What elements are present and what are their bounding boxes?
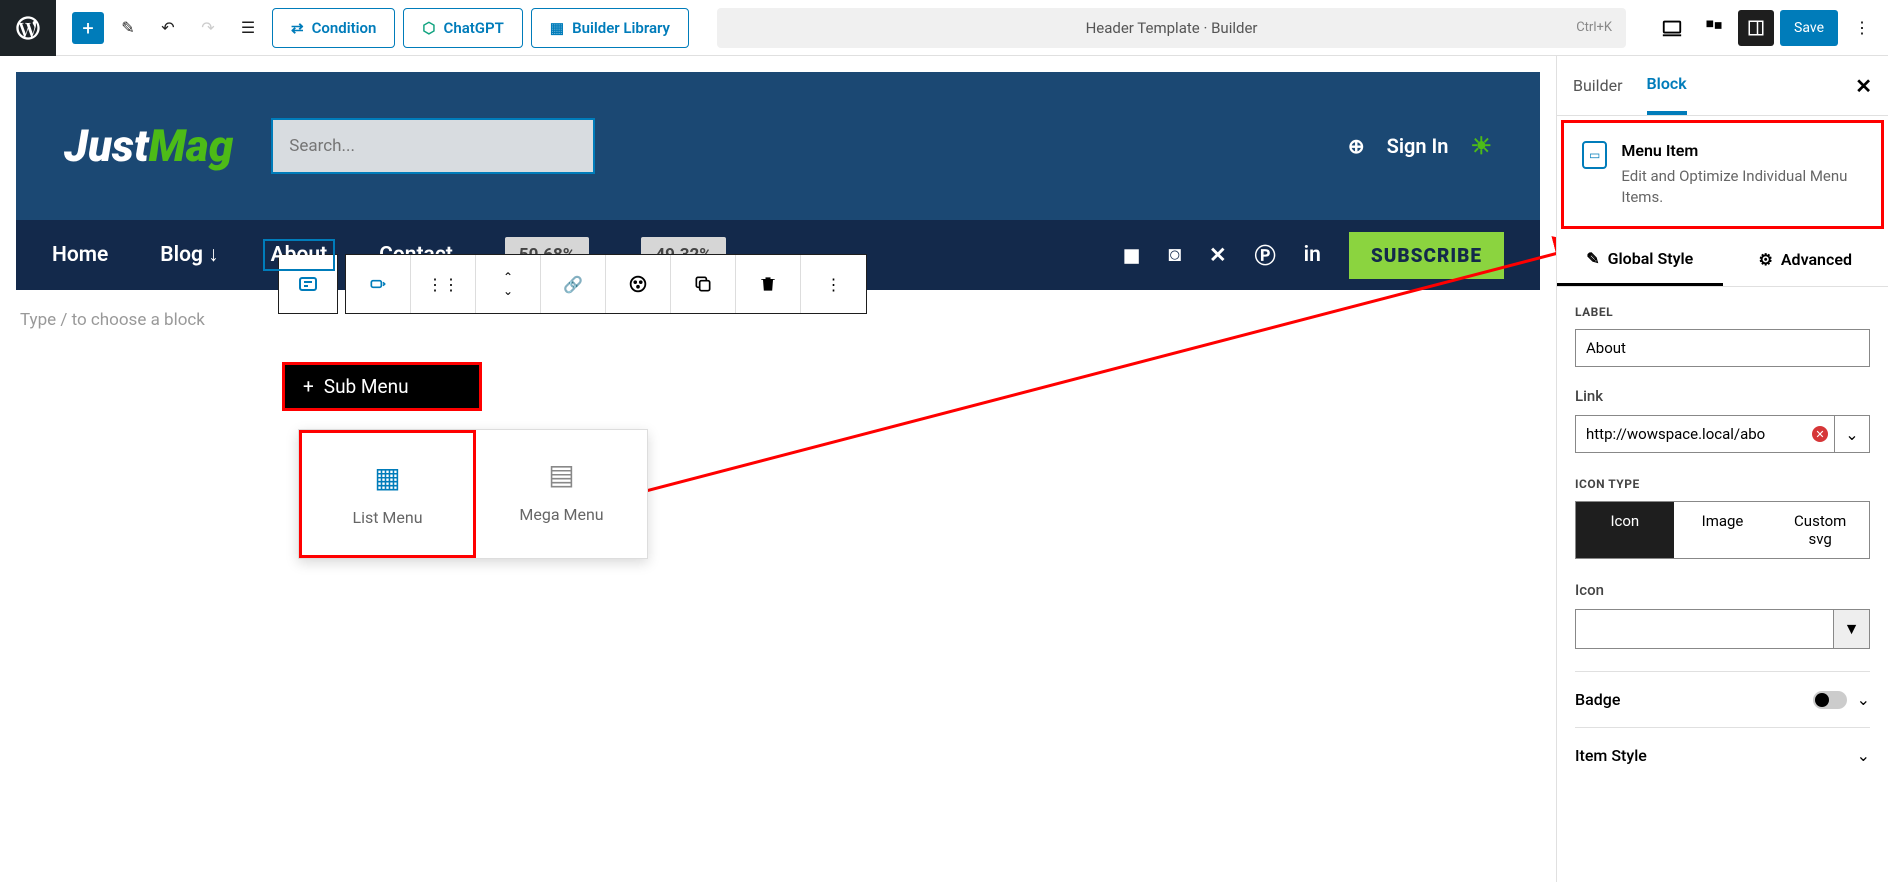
link-heading: Link xyxy=(1575,387,1870,405)
facebook-icon[interactable]: ◼ xyxy=(1123,243,1140,268)
redo-icon[interactable]: ↷ xyxy=(192,12,224,44)
desktop-view-icon[interactable] xyxy=(1654,10,1690,46)
mega-menu-option[interactable]: ▤ Mega Menu xyxy=(476,430,647,558)
add-block-button[interactable]: + xyxy=(72,12,104,44)
link-icon[interactable]: 🔗 xyxy=(541,255,606,313)
signin-icon: ⊕ xyxy=(1348,134,1365,158)
icon-picker[interactable] xyxy=(1575,609,1834,649)
condition-button[interactable]: ⇄Condition xyxy=(272,8,395,48)
signin-link[interactable]: Sign In xyxy=(1387,134,1449,158)
close-icon[interactable]: ✕ xyxy=(1855,74,1872,98)
more-options-icon[interactable]: ⋮ xyxy=(1844,10,1880,46)
pinterest-icon[interactable]: Ⓟ xyxy=(1255,240,1276,270)
preview-header: JustMag ⊕ Sign In ☀ xyxy=(16,72,1540,220)
keyboard-shortcut: Ctrl+K xyxy=(1576,20,1612,35)
icon-dropdown-button[interactable]: ▼ xyxy=(1834,609,1870,649)
editor-canvas: JustMag ⊕ Sign In ☀ ⋮⋮ ⌃⌄ 🔗 ⋮ Home Blog … xyxy=(0,56,1556,882)
badge-toggle[interactable] xyxy=(1813,691,1847,709)
list-view-icon[interactable]: ☰ xyxy=(232,12,264,44)
nav-home[interactable]: Home xyxy=(52,243,108,267)
block-info-panel: ▭ Menu Item Edit and Optimize Individual… xyxy=(1561,120,1884,229)
tab-block[interactable]: Block xyxy=(1647,56,1687,115)
delete-icon[interactable] xyxy=(736,255,801,313)
builder-library-button[interactable]: ▦Builder Library xyxy=(531,8,689,48)
subscribe-button[interactable]: SUBSCRIBE xyxy=(1349,232,1504,279)
block-type-button[interactable] xyxy=(346,255,411,313)
chevron-down-icon: ⌄ xyxy=(1857,746,1870,765)
icon-type-icon[interactable]: Icon xyxy=(1576,502,1674,558)
sidebar-toggle-icon[interactable] xyxy=(1738,10,1774,46)
block-description: Edit and Optimize Individual Menu Items. xyxy=(1621,166,1863,208)
more-icon[interactable]: ⋮ xyxy=(801,255,866,313)
edit-icon[interactable]: ✎ xyxy=(112,12,144,44)
icon-type-image[interactable]: Image xyxy=(1674,502,1772,558)
badge-row[interactable]: Badge ⌄ xyxy=(1575,671,1870,727)
nav-blog[interactable]: Blog ↓ xyxy=(160,243,218,267)
link-input[interactable] xyxy=(1575,415,1806,453)
block-name: Menu Item xyxy=(1621,141,1863,160)
list-menu-icon: ▦ xyxy=(314,461,461,494)
drag-handle-icon[interactable]: ⋮⋮ xyxy=(411,255,476,313)
linkedin-icon[interactable]: in xyxy=(1304,243,1321,267)
settings-sidebar: Builder Block ✕ ▭ Menu Item Edit and Opt… xyxy=(1556,56,1888,882)
label-input[interactable] xyxy=(1575,329,1870,367)
page-title[interactable]: Header Template · Builder Ctrl+K xyxy=(717,8,1626,48)
list-menu-option[interactable]: ▦ List Menu xyxy=(299,430,476,558)
item-style-row[interactable]: Item Style ⌄ xyxy=(1575,727,1870,783)
label-heading: LABEL xyxy=(1575,305,1870,319)
subtab-global-style[interactable]: ✎Global Style xyxy=(1557,233,1723,286)
submenu-header[interactable]: +Sub Menu xyxy=(282,362,482,411)
icon-heading: Icon xyxy=(1575,581,1870,599)
wordpress-logo[interactable] xyxy=(0,0,56,56)
brush-icon: ✎ xyxy=(1586,249,1599,268)
gear-icon: ⚙ xyxy=(1759,250,1773,269)
mega-menu-icon: ▤ xyxy=(488,458,635,491)
x-icon[interactable]: ✕ xyxy=(1209,243,1227,268)
block-toolbar: ⋮⋮ ⌃⌄ 🔗 ⋮ xyxy=(345,254,867,314)
nav-about[interactable]: About xyxy=(265,241,334,269)
site-logo: JustMag xyxy=(64,120,233,172)
undo-icon[interactable]: ↶ xyxy=(152,12,184,44)
icon-type-selector: Icon Image Custom svg xyxy=(1575,501,1870,559)
chevron-down-icon: ⌄ xyxy=(1857,690,1870,709)
chatgpt-button[interactable]: ⬡ChatGPT xyxy=(403,8,522,48)
icon-type-custom[interactable]: Custom svg xyxy=(1771,502,1869,558)
menu-item-icon: ▭ xyxy=(1582,141,1607,169)
search-input[interactable] xyxy=(273,120,593,172)
style-icon[interactable] xyxy=(606,255,671,313)
duplicate-icon[interactable] xyxy=(671,255,736,313)
subtab-advanced[interactable]: ⚙Advanced xyxy=(1723,233,1888,286)
top-toolbar: + ✎ ↶ ↷ ☰ ⇄Condition ⬡ChatGPT ▦Builder L… xyxy=(0,0,1888,56)
save-button[interactable]: Save xyxy=(1780,10,1838,46)
clear-link-icon[interactable]: ✕ xyxy=(1806,415,1834,453)
panels-icon[interactable] xyxy=(1696,10,1732,46)
icon-type-heading: ICON TYPE xyxy=(1575,477,1870,491)
tab-builder[interactable]: Builder xyxy=(1573,56,1623,115)
instagram-icon[interactable]: ◙ xyxy=(1168,243,1181,267)
theme-toggle-icon[interactable]: ☀ xyxy=(1470,132,1492,160)
plus-icon: + xyxy=(303,375,314,398)
link-dropdown-button[interactable]: ⌄ xyxy=(1834,415,1870,453)
move-arrows-icon[interactable]: ⌃⌄ xyxy=(476,255,541,313)
submenu-popup: +Sub Menu ▦ List Menu ▤ Mega Menu xyxy=(282,362,648,559)
